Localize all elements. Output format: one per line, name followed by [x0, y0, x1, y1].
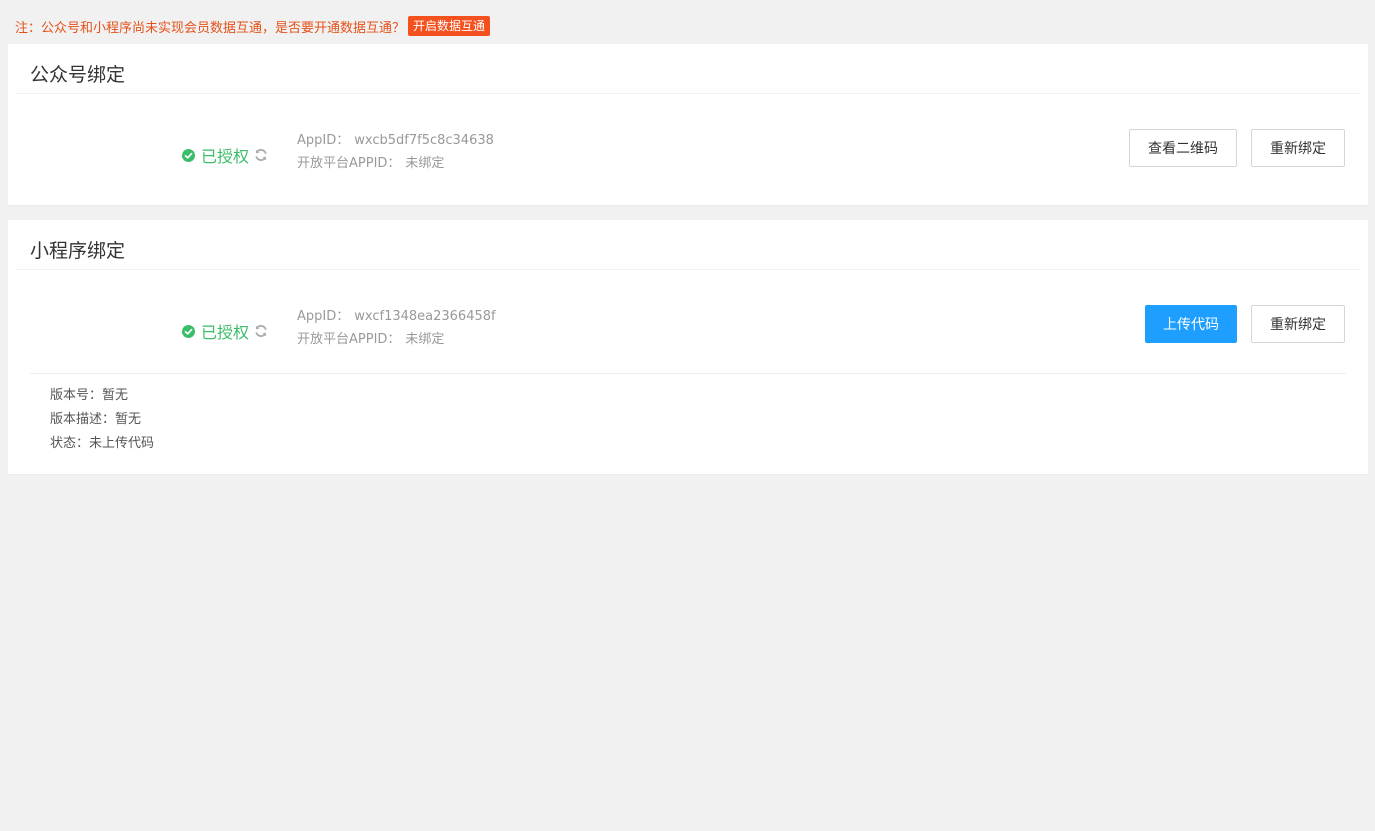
rebind-official-button[interactable]: 重新绑定	[1251, 129, 1345, 167]
divider	[16, 93, 1360, 94]
auth-status: 已授权	[182, 319, 268, 343]
code-status: 状态：未上传代码	[50, 436, 155, 451]
open-platform-row: 开放平台APPID： 未绑定	[297, 152, 494, 175]
upload-code-button[interactable]: 上传代码	[1145, 305, 1237, 343]
appid-value: wxcb5df7f5c8c34638	[354, 133, 494, 148]
appid-label: AppID：	[297, 309, 350, 324]
auth-status-label: 已授权	[201, 323, 250, 342]
notice-text: 注：公众号和小程序尚未实现会员数据互通，是否要开通数据互通？	[15, 20, 406, 36]
enable-data-sync-button[interactable]: 开启数据互通	[408, 16, 491, 36]
data-sync-notice: 注：公众号和小程序尚未实现会员数据互通，是否要开通数据互通？ 开启数据互通	[15, 15, 491, 37]
open-platform-value: 未绑定	[405, 156, 445, 171]
view-qrcode-button[interactable]: 查看二维码	[1129, 129, 1237, 167]
version-description: 版本描述：暂无	[50, 412, 142, 427]
official-account-info: AppID： wxcb5df7f5c8c34638 开放平台APPID： 未绑定	[297, 129, 494, 175]
version-number: 版本号：暂无	[50, 388, 129, 403]
open-platform-row: 开放平台APPID： 未绑定	[297, 328, 496, 351]
divider	[30, 373, 1346, 374]
panel-title: 公众号绑定	[30, 64, 126, 86]
mini-program-panel: 小程序绑定 已授权 AppID： wxcf1348ea2366458f 开放平台A…	[8, 220, 1368, 474]
check-circle-icon	[182, 148, 195, 162]
rebind-mini-program-button[interactable]: 重新绑定	[1251, 305, 1345, 343]
divider	[16, 269, 1360, 270]
open-platform-label: 开放平台APPID：	[297, 156, 401, 171]
mini-program-info: AppID： wxcf1348ea2366458f 开放平台APPID： 未绑定	[297, 305, 496, 351]
appid-row: AppID： wxcb5df7f5c8c34638	[297, 129, 494, 152]
official-account-panel: 公众号绑定 已授权 AppID： wxcb5df7f5c8c34638 开放平台A…	[8, 44, 1368, 205]
auth-status-label: 已授权	[201, 147, 250, 166]
open-platform-value: 未绑定	[405, 332, 445, 347]
refresh-icon[interactable]	[254, 324, 268, 338]
check-circle-icon	[182, 324, 195, 338]
appid-label: AppID：	[297, 133, 350, 148]
open-platform-label: 开放平台APPID：	[297, 332, 401, 347]
appid-value: wxcf1348ea2366458f	[354, 309, 496, 324]
appid-row: AppID： wxcf1348ea2366458f	[297, 305, 496, 328]
auth-status: 已授权	[182, 143, 268, 167]
refresh-icon[interactable]	[254, 148, 268, 162]
panel-title: 小程序绑定	[30, 240, 126, 262]
version-info: 版本号：暂无 版本描述：暂无 状态：未上传代码	[50, 384, 154, 456]
